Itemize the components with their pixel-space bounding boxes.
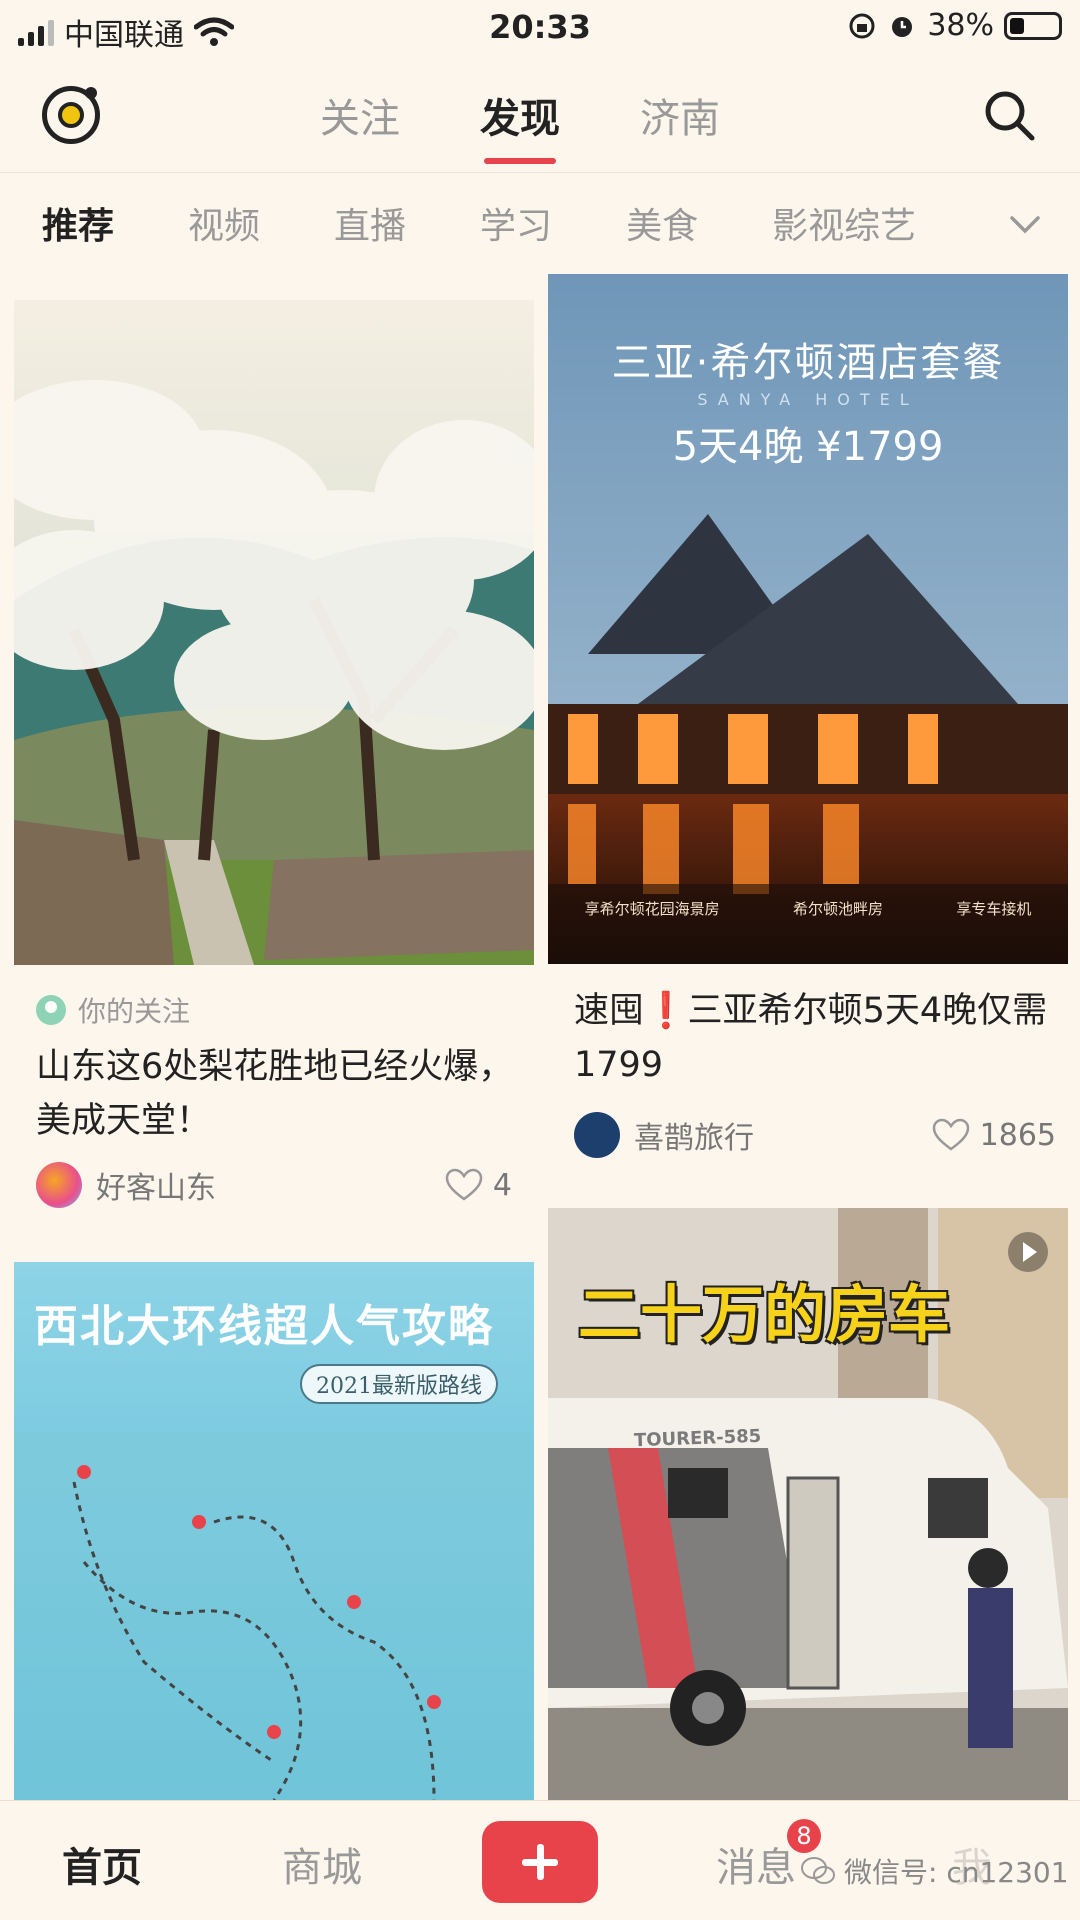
message-badge: 8 (787, 1819, 821, 1853)
video-play-icon[interactable] (1006, 1230, 1050, 1274)
add-post-button[interactable] (482, 1821, 598, 1903)
user-icon (36, 995, 66, 1025)
chevron-down-icon[interactable] (1006, 205, 1044, 243)
bottom-tab-mall[interactable]: 商城 (282, 1835, 362, 1893)
heart-icon[interactable] (932, 1118, 970, 1152)
top-tabs: 关注 发现 济南 (320, 86, 720, 164)
watermark: 微信号: cn12301 (800, 1851, 1069, 1891)
feed-card[interactable]: 二十万的房车 TOURER-585 (548, 1208, 1068, 1800)
card-image[interactable] (14, 300, 534, 965)
author[interactable]: 喜鹊旅行 (574, 1112, 754, 1158)
category-recommend[interactable]: 推荐 (42, 197, 114, 249)
heart-icon[interactable] (445, 1168, 483, 1202)
alarm-icon (892, 16, 913, 37)
status-bar: 中国联通 20:33 38% (0, 0, 1080, 58)
wechat-icon (801, 1857, 835, 1884)
overlay-tag: 享专车接机 (956, 900, 1032, 918)
category-bar: 推荐 视频 直播 学习 美食 影视综艺 (0, 172, 1080, 272)
author[interactable]: 好客山东 (36, 1162, 216, 1208)
tab-discover[interactable]: 发现 (480, 86, 560, 164)
category-video[interactable]: 视频 (188, 197, 260, 249)
card-title[interactable]: 山东这6处梨花胜地已经火爆，美成天堂！ (36, 1040, 524, 1148)
overlay-title: 西北大环线超人气攻略 (34, 1301, 494, 1352)
feed-card[interactable]: 西北大环线超人气攻略 2021最新版路线 (14, 1262, 534, 1800)
like-count: 1865 (979, 1117, 1056, 1153)
search-icon[interactable] (982, 88, 1036, 142)
overlay-tags: 享希尔顿花园海景房 希尔顿池畔房 享专车接机 (548, 898, 1068, 919)
card-title[interactable]: 速囤❗三亚希尔顿5天4晚仅需1799 (574, 984, 1056, 1092)
like-button[interactable]: 1865 (932, 1118, 1056, 1153)
tab-follow[interactable]: 关注 (320, 86, 400, 144)
tab-local[interactable]: 济南 (640, 86, 720, 144)
app-logo-icon[interactable] (42, 86, 100, 144)
overlay-price: 5天4晚 ¥1799 (672, 424, 944, 470)
category-live[interactable]: 直播 (334, 197, 406, 249)
follow-tag-label: 你的关注 (78, 995, 191, 1028)
card-author-row: 好客山东 4 (36, 1162, 524, 1208)
battery-icon (1004, 11, 1062, 40)
top-nav: 关注 发现 济南 (0, 62, 1080, 172)
author-name[interactable]: 好客山东 (96, 1163, 216, 1207)
like-button[interactable]: 4 (445, 1168, 512, 1203)
overlay-title: 三亚·希尔顿酒店套餐 (611, 340, 1005, 386)
category-food[interactable]: 美食 (626, 197, 698, 249)
avatar[interactable] (36, 1162, 82, 1208)
overlay-subtitle: SANYA HOTEL (697, 390, 919, 409)
rv-brand: TOURER-585 (633, 1425, 762, 1452)
bottom-tab-home[interactable]: 首页 (62, 1835, 142, 1893)
rotation-lock-icon (849, 13, 875, 38)
card-author-row: 喜鹊旅行 1865 (574, 1112, 1056, 1158)
bottom-tab-bar: 首页 商城 消息 8 我 微信号: cn12301 (0, 1800, 1080, 1920)
feed-card[interactable]: 三亚·希尔顿酒店套餐 SANYA HOTEL 5天4晚 ¥1799 享希尔顿花园… (548, 274, 1068, 1174)
watermark-text: 微信号: cn12301 (844, 1856, 1069, 1889)
card-meta: 你的关注 山东这6处梨花胜地已经火爆，美成天堂！ 好客山东 4 (14, 990, 534, 1208)
category-study[interactable]: 学习 (480, 197, 552, 249)
category-film[interactable]: 影视综艺 (772, 197, 916, 249)
author-name[interactable]: 喜鹊旅行 (634, 1113, 754, 1157)
like-count: 4 (492, 1167, 512, 1203)
overlay-title: 二十万的房车 (578, 1278, 951, 1351)
follow-tag: 你的关注 (36, 990, 524, 1030)
overlay-subtitle: 2021最新版路线 (300, 1364, 498, 1404)
status-right: 38% (847, 8, 1062, 43)
overlay-tag: 享希尔顿花园海景房 (584, 900, 720, 918)
avatar[interactable] (574, 1112, 620, 1158)
bottom-tab-messages[interactable]: 消息 (716, 1835, 796, 1893)
overlay-tag: 希尔顿池畔房 (792, 900, 883, 918)
feed-card[interactable]: 你的关注 山东这6处梨花胜地已经火爆，美成天堂！ 好客山东 4 (14, 300, 534, 1240)
card-meta: 速囤❗三亚希尔顿5天4晚仅需1799 喜鹊旅行 1865 (548, 984, 1068, 1158)
battery-percent: 38% (927, 8, 994, 43)
